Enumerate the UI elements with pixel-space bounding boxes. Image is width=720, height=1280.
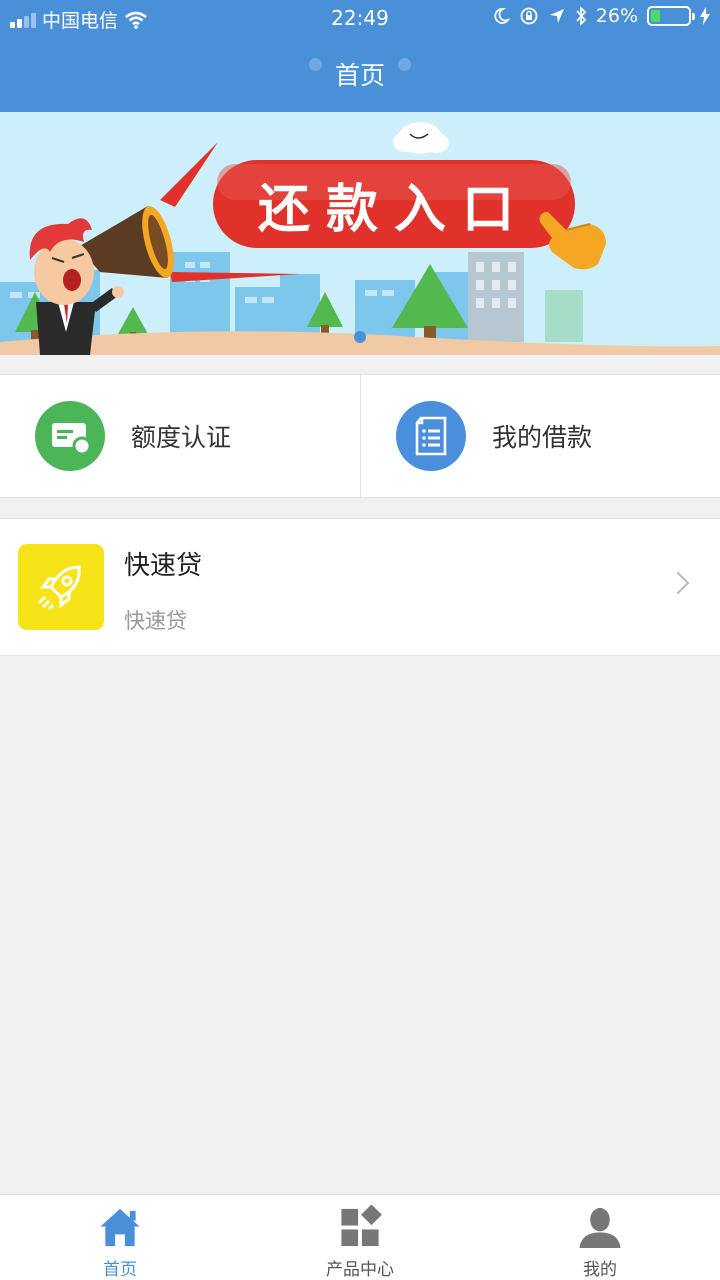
app-screen: 中国电信 22:49 26% 首页 还款入口 额度认证 我的借款 快速贷 快速贷… xyxy=(0,0,720,1280)
banner-page-dot xyxy=(354,331,366,343)
product-item-quick-loan[interactable]: 快速贷 快速贷 xyxy=(0,518,720,656)
orientation-lock-icon xyxy=(520,7,538,25)
product-title: 快速贷 xyxy=(124,551,203,581)
chevron-right-icon xyxy=(666,571,690,595)
home-icon xyxy=(100,1208,140,1247)
promo-banner[interactable]: 还款入口 xyxy=(0,112,720,355)
tab-product-center-label: 产品中心 xyxy=(326,1260,394,1280)
rocket-icon xyxy=(18,544,104,630)
tab-home-label: 首页 xyxy=(103,1260,137,1280)
bluetooth-icon xyxy=(576,6,586,26)
product-subtitle: 快速贷 xyxy=(124,609,187,633)
grid-icon xyxy=(341,1205,382,1247)
battery-percent: 26% xyxy=(595,5,638,27)
entry-my-loans[interactable]: 我的借款 xyxy=(360,375,720,497)
tab-bar: 首页 产品中心 我的 xyxy=(0,1194,720,1280)
credit-card-icon xyxy=(35,401,105,471)
location-icon xyxy=(549,9,564,23)
tab-product-center[interactable]: 产品中心 xyxy=(240,1195,480,1280)
top-bar: 中国电信 22:49 26% 首页 xyxy=(0,0,720,112)
document-list-icon xyxy=(396,401,466,471)
moon-icon xyxy=(494,8,510,24)
battery-icon xyxy=(647,6,695,26)
tab-mine-label: 我的 xyxy=(583,1260,617,1280)
green-building xyxy=(545,290,583,342)
entry-my-loans-label: 我的借款 xyxy=(492,423,593,452)
tab-home[interactable]: 首页 xyxy=(0,1195,240,1280)
page-title: 首页 xyxy=(334,61,385,90)
quick-entries: 额度认证 我的借款 xyxy=(0,374,720,498)
battery-level xyxy=(651,10,660,22)
charging-icon xyxy=(700,7,710,25)
entry-credit-verify-label: 额度认证 xyxy=(131,423,232,452)
status-right: 26% xyxy=(492,5,710,27)
banner-title: 还款入口 xyxy=(257,179,530,240)
user-icon xyxy=(579,1207,621,1249)
tab-mine[interactable]: 我的 xyxy=(480,1195,720,1280)
entry-credit-verify[interactable]: 额度认证 xyxy=(0,375,360,497)
status-bar: 中国电信 22:49 26% xyxy=(0,0,720,36)
